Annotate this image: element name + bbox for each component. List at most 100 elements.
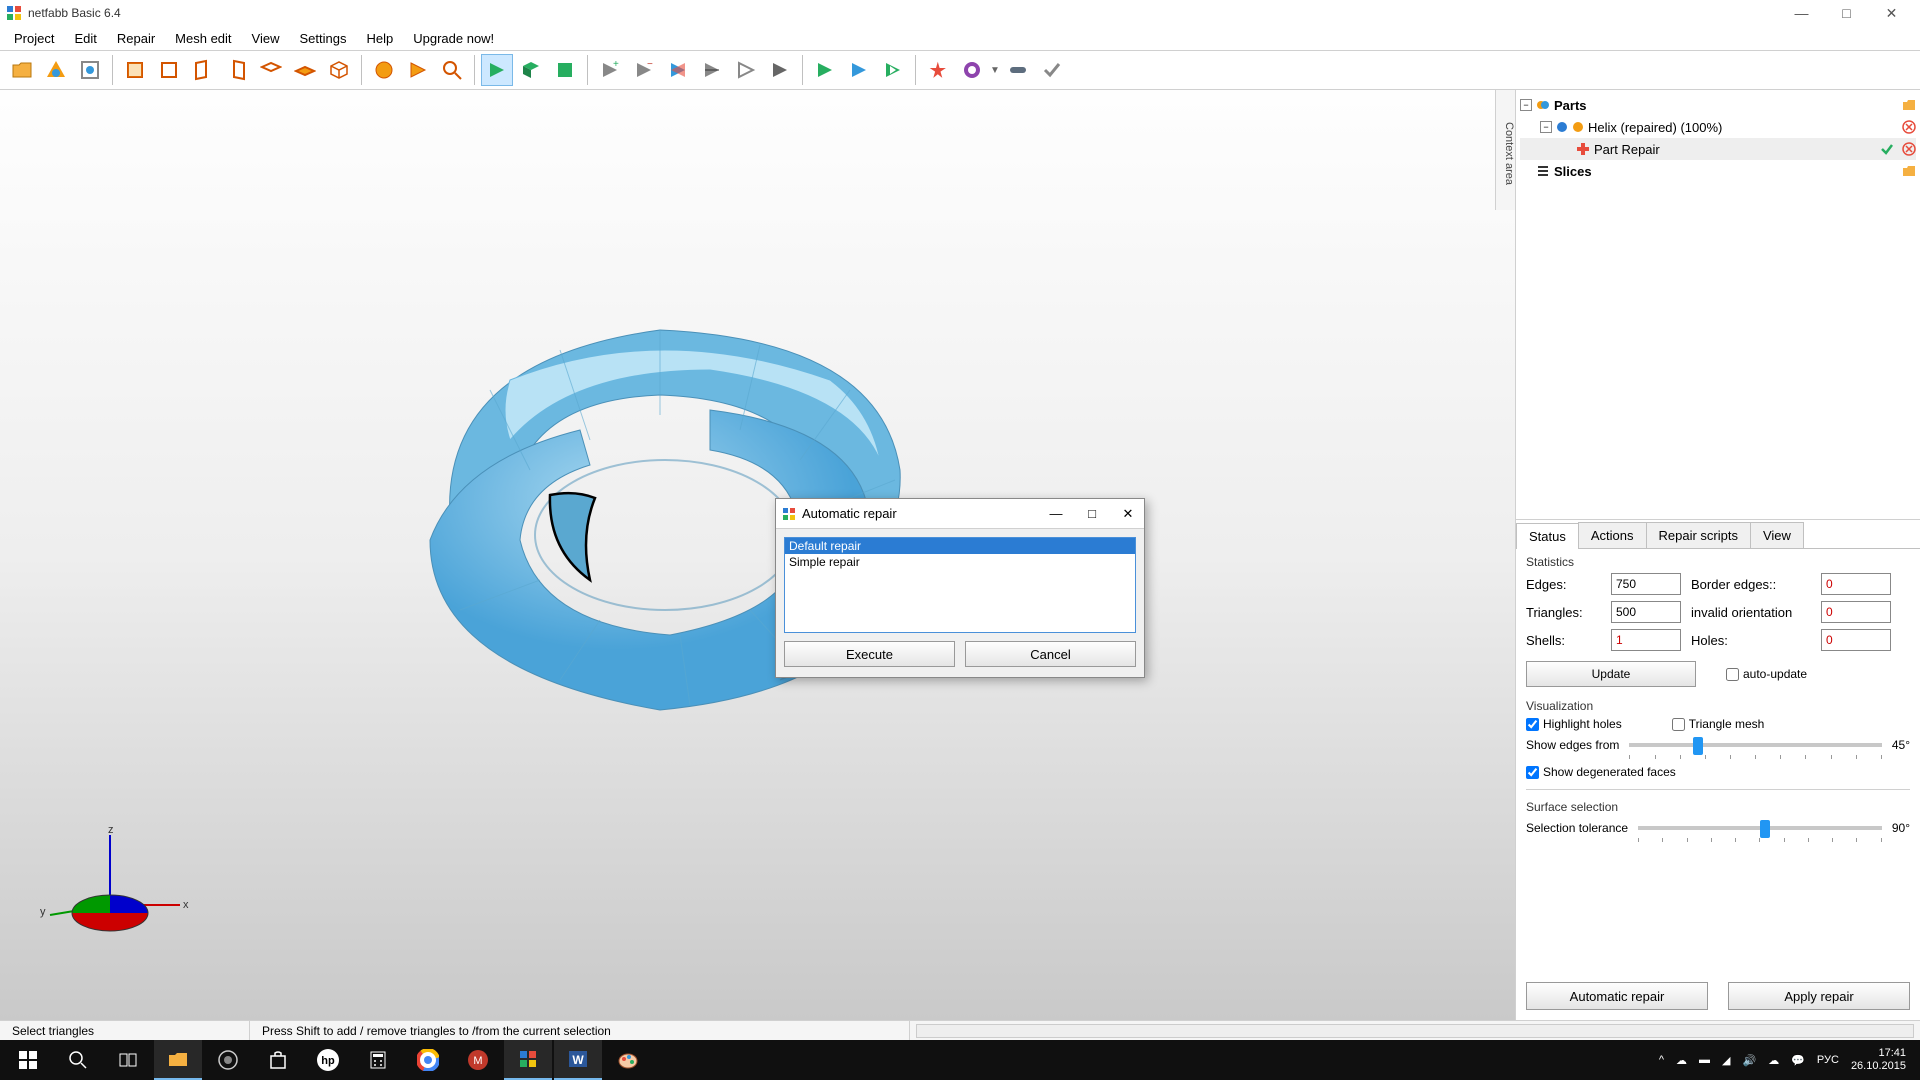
search-icon[interactable] xyxy=(54,1040,102,1080)
apply-repair-button[interactable]: Apply repair xyxy=(1728,982,1910,1010)
repair-icon[interactable] xyxy=(922,54,954,86)
view-left-icon[interactable] xyxy=(187,54,219,86)
menu-repair[interactable]: Repair xyxy=(107,28,165,49)
tab-status[interactable]: Status xyxy=(1516,523,1579,549)
select-shell-icon[interactable] xyxy=(549,54,581,86)
status-scroll[interactable] xyxy=(916,1024,1914,1038)
netfabb-taskbar-icon[interactable] xyxy=(504,1040,552,1080)
menu-settings[interactable]: Settings xyxy=(290,28,357,49)
triangles-input[interactable] xyxy=(1611,601,1681,623)
menu-edit[interactable]: Edit xyxy=(64,28,106,49)
chrome-taskbar-icon[interactable] xyxy=(404,1040,452,1080)
scripts-icon[interactable] xyxy=(956,54,988,86)
menu-help[interactable]: Help xyxy=(356,28,403,49)
view-right-icon[interactable] xyxy=(221,54,253,86)
settings-icon[interactable] xyxy=(1002,54,1034,86)
tray-language[interactable]: РУС xyxy=(1817,1054,1839,1066)
tray-notifications-icon[interactable]: 💬 xyxy=(1791,1054,1805,1067)
start-button[interactable] xyxy=(4,1040,52,1080)
invalid-orientation-input[interactable] xyxy=(1821,601,1891,623)
reduce-triangle-icon[interactable] xyxy=(730,54,762,86)
app2-taskbar-icon[interactable]: M xyxy=(454,1040,502,1080)
task-view-icon[interactable] xyxy=(104,1040,152,1080)
border-edges-input[interactable] xyxy=(1821,573,1891,595)
tray-onedrive-icon[interactable]: ☁ xyxy=(1768,1054,1779,1067)
apply-check-icon[interactable] xyxy=(1880,142,1894,156)
tree-parts-label[interactable]: Parts xyxy=(1554,98,1898,113)
tray-wifi-icon[interactable]: ◢ xyxy=(1722,1054,1730,1067)
tray-chevron-icon[interactable]: ^ xyxy=(1659,1054,1664,1066)
parts-tree[interactable]: − Parts − Helix (repaired) (100%) Part R… xyxy=(1516,90,1920,520)
calculator-taskbar-icon[interactable] xyxy=(354,1040,402,1080)
dialog-close-button[interactable]: ✕ xyxy=(1118,506,1138,522)
invert-selection-icon[interactable] xyxy=(877,54,909,86)
delete-icon[interactable] xyxy=(1902,142,1916,156)
menu-view[interactable]: View xyxy=(242,28,290,49)
selection-tolerance-slider[interactable] xyxy=(1638,818,1882,838)
select-surface-icon[interactable] xyxy=(515,54,547,86)
add-triangle-icon[interactable]: + xyxy=(594,54,626,86)
select-all-icon[interactable] xyxy=(809,54,841,86)
tray-volume-icon[interactable]: 🔊 xyxy=(1743,1054,1757,1067)
app-taskbar-icon[interactable] xyxy=(204,1040,252,1080)
shells-input[interactable] xyxy=(1611,629,1681,651)
repair-options-list[interactable]: Default repair Simple repair xyxy=(784,537,1136,633)
flip-triangle-icon[interactable] xyxy=(662,54,694,86)
paint-taskbar-icon[interactable] xyxy=(604,1040,652,1080)
tree-helix-label[interactable]: Helix (repaired) (100%) xyxy=(1588,120,1898,135)
calculate-icon[interactable] xyxy=(74,54,106,86)
automatic-repair-button[interactable]: Automatic repair xyxy=(1526,982,1708,1010)
dialog-minimize-button[interactable]: — xyxy=(1046,506,1066,522)
select-triangle-icon[interactable] xyxy=(481,54,513,86)
hp-taskbar-icon[interactable]: hp xyxy=(304,1040,352,1080)
view-iso-icon[interactable] xyxy=(323,54,355,86)
tab-view[interactable]: View xyxy=(1750,522,1804,548)
auto-update-checkbox[interactable]: auto-update xyxy=(1726,667,1807,681)
deselect-icon[interactable] xyxy=(843,54,875,86)
explorer-taskbar-icon[interactable] xyxy=(154,1040,202,1080)
dialog-maximize-button[interactable]: □ xyxy=(1082,506,1102,522)
menu-mesh-edit[interactable]: Mesh edit xyxy=(165,28,241,49)
apply-icon[interactable] xyxy=(1036,54,1068,86)
viewport-3d[interactable]: z x y Context area Automatic repair — □ xyxy=(0,90,1515,1020)
open-project-icon[interactable] xyxy=(6,54,38,86)
view-bottom-icon[interactable] xyxy=(289,54,321,86)
folder-icon[interactable] xyxy=(1902,98,1916,112)
folder-icon[interactable] xyxy=(1902,164,1916,178)
word-taskbar-icon[interactable]: W xyxy=(554,1040,602,1080)
store-taskbar-icon[interactable] xyxy=(254,1040,302,1080)
tab-repair-scripts[interactable]: Repair scripts xyxy=(1646,522,1751,548)
smooth-triangle-icon[interactable] xyxy=(764,54,796,86)
close-button[interactable]: ✕ xyxy=(1869,0,1914,26)
add-part-icon[interactable] xyxy=(40,54,72,86)
triangle-mesh-checkbox[interactable]: Triangle mesh xyxy=(1672,717,1765,731)
holes-input[interactable] xyxy=(1821,629,1891,651)
menu-upgrade[interactable]: Upgrade now! xyxy=(403,28,504,49)
remove-triangle-icon[interactable]: − xyxy=(628,54,660,86)
execute-button[interactable]: Execute xyxy=(784,641,955,667)
repair-option-default[interactable]: Default repair xyxy=(785,538,1135,554)
tray-clock[interactable]: 17:41 26.10.2015 xyxy=(1851,1047,1906,1073)
tray-cloud-icon[interactable]: ☁ xyxy=(1676,1054,1687,1067)
delete-icon[interactable] xyxy=(1902,120,1916,134)
edges-input[interactable] xyxy=(1611,573,1681,595)
menu-project[interactable]: Project xyxy=(4,28,64,49)
view-back-icon[interactable] xyxy=(153,54,185,86)
update-button[interactable]: Update xyxy=(1526,661,1696,687)
zoom-selected-icon[interactable] xyxy=(402,54,434,86)
highlight-holes-checkbox[interactable]: Highlight holes xyxy=(1526,717,1622,731)
edges-angle-slider[interactable] xyxy=(1629,735,1881,755)
view-top-icon[interactable] xyxy=(255,54,287,86)
view-front-icon[interactable] xyxy=(119,54,151,86)
repair-option-simple[interactable]: Simple repair xyxy=(785,554,1135,570)
zoom-icon[interactable] xyxy=(436,54,468,86)
tray-battery-icon[interactable]: ▬ xyxy=(1699,1054,1710,1066)
split-triangle-icon[interactable] xyxy=(696,54,728,86)
tab-actions[interactable]: Actions xyxy=(1578,522,1647,548)
zoom-fit-icon[interactable] xyxy=(368,54,400,86)
visible-icon[interactable] xyxy=(1556,121,1568,133)
tree-slices-label[interactable]: Slices xyxy=(1554,164,1898,179)
minimize-button[interactable]: — xyxy=(1779,0,1824,26)
tree-part-repair-label[interactable]: Part Repair xyxy=(1594,142,1876,157)
cancel-button[interactable]: Cancel xyxy=(965,641,1136,667)
